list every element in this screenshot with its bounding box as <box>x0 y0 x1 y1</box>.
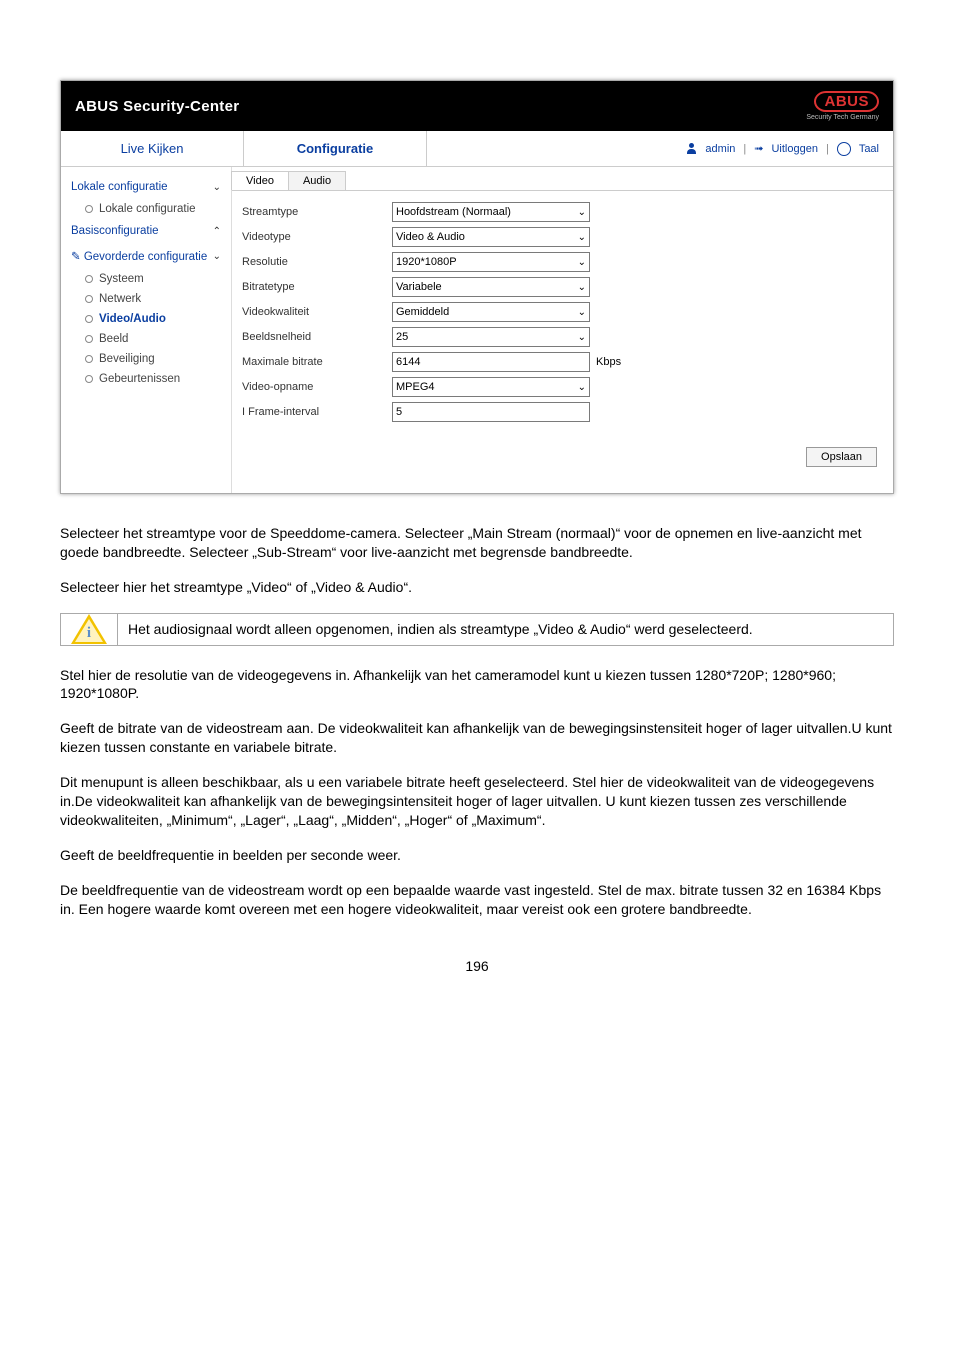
user-label: admin <box>705 143 735 155</box>
logout-link[interactable]: Uitloggen <box>771 143 817 155</box>
chevron-down-icon: ⌄ <box>213 182 221 193</box>
save-button[interactable]: Opslaan <box>806 447 877 467</box>
chevron-down-icon: ⌄ <box>213 251 221 262</box>
app-title: ABUS Security-Center <box>75 98 239 115</box>
subtabs: Video Audio <box>232 171 893 191</box>
sidebar-item-events[interactable]: Gebeurtenissen <box>61 369 231 389</box>
subtab-audio[interactable]: Audio <box>288 171 346 190</box>
select-bitratetype[interactable]: Variabele⌄ <box>392 277 590 297</box>
label-framerate: Beeldsnelheid <box>242 331 392 343</box>
abus-logo-text: ABUS <box>814 91 879 112</box>
paragraph-resolution: Stel hier de resolutie van de videogegev… <box>60 666 894 704</box>
select-videotype[interactable]: Video & Audio⌄ <box>392 227 590 247</box>
paragraph-maxbitrate: De beeldfrequentie van de videostream wo… <box>60 881 894 919</box>
sidebar-item-system[interactable]: Systeem <box>61 269 231 289</box>
chevron-up-icon: ⌃ <box>213 226 221 237</box>
sidebar-item-local[interactable]: Lokale configuratie <box>61 199 231 219</box>
main-tabs: Live Kijken Configuratie admin | ➟ Uitlo… <box>61 131 893 167</box>
select-videoquality[interactable]: Gemiddeld⌄ <box>392 302 590 322</box>
sidebar-group-basic[interactable]: Basisconfiguratie ⌃ <box>61 219 231 243</box>
sidebar-item-image[interactable]: Beeld <box>61 329 231 349</box>
app-screenshot: ABUS Security-Center ABUS Security Tech … <box>60 80 894 494</box>
input-iframe[interactable]: 5 <box>392 402 590 422</box>
sidebar-item-security[interactable]: Beveiliging <box>61 349 231 369</box>
label-iframe: I Frame-interval <box>242 406 392 418</box>
select-framerate[interactable]: 25⌄ <box>392 327 590 347</box>
tab-config[interactable]: Configuratie <box>244 131 427 166</box>
sidebar-item-network[interactable]: Netwerk <box>61 289 231 309</box>
select-streamtype[interactable]: Hoofdstream (Normaal)⌄ <box>392 202 590 222</box>
label-resolution: Resolutie <box>242 256 392 268</box>
sidebar-group-advanced[interactable]: ✎ Gevorderde configuratie ⌄ <box>61 243 231 269</box>
unit-kbps: Kbps <box>596 356 621 368</box>
language-link[interactable]: Taal <box>859 143 879 155</box>
chevron-down-icon: ⌄ <box>578 332 586 343</box>
chevron-down-icon: ⌄ <box>578 232 586 243</box>
sidebar-item-videoaudio[interactable]: Video/Audio <box>61 309 231 329</box>
logout-icon: ➟ <box>754 142 763 155</box>
note-box: i Het audiosignaal wordt alleen opgenome… <box>60 613 894 646</box>
app-titlebar: ABUS Security-Center ABUS Security Tech … <box>61 81 893 131</box>
label-videotype: Videotype <box>242 231 392 243</box>
page-number: 196 <box>60 958 894 974</box>
select-resolution[interactable]: 1920*1080P⌄ <box>392 252 590 272</box>
sidebar: Lokale configuratie ⌄ Lokale configurati… <box>61 167 232 493</box>
note-text: Het audiosignaal wordt alleen opgenomen,… <box>118 614 893 645</box>
user-icon <box>686 143 697 154</box>
select-encoding[interactable]: MPEG4⌄ <box>392 377 590 397</box>
main-panel: Video Audio Streamtype Hoofdstream (Norm… <box>232 167 893 493</box>
abus-logo-subtext: Security Tech Germany <box>806 114 879 121</box>
paragraph-quality: Dit menupunt is alleen beschikbaar, als … <box>60 773 894 830</box>
subtab-video[interactable]: Video <box>231 171 289 190</box>
paragraph-framerate: Geeft de beeldfrequentie in beelden per … <box>60 846 894 865</box>
label-streamtype: Streamtype <box>242 206 392 218</box>
input-maxbitrate[interactable]: 6144 <box>392 352 590 372</box>
label-bitratetype: Bitratetype <box>242 281 392 293</box>
label-encoding: Video-opname <box>242 381 392 393</box>
globe-icon <box>837 142 851 156</box>
tab-live[interactable]: Live Kijken <box>61 131 244 166</box>
label-maxbitrate: Maximale bitrate <box>242 356 392 368</box>
chevron-down-icon: ⌄ <box>578 207 586 218</box>
paragraph-streamtype: Selecteer het streamtype voor de Speeddo… <box>60 524 894 562</box>
warning-icon: i <box>71 614 107 644</box>
chevron-down-icon: ⌄ <box>578 257 586 268</box>
label-videoquality: Videokwaliteit <box>242 306 392 318</box>
paragraph-bitrate: Geeft de bitrate van de videostream aan.… <box>60 719 894 757</box>
chevron-down-icon: ⌄ <box>578 282 586 293</box>
chevron-down-icon: ⌄ <box>578 307 586 318</box>
paragraph-videotype: Selecteer hier het streamtype „Video“ of… <box>60 578 894 597</box>
chevron-down-icon: ⌄ <box>578 382 586 393</box>
bullet-icon <box>85 205 93 213</box>
brand-logo: ABUS Security Tech Germany <box>806 91 879 121</box>
sidebar-group-local[interactable]: Lokale configuratie ⌄ <box>61 175 231 199</box>
